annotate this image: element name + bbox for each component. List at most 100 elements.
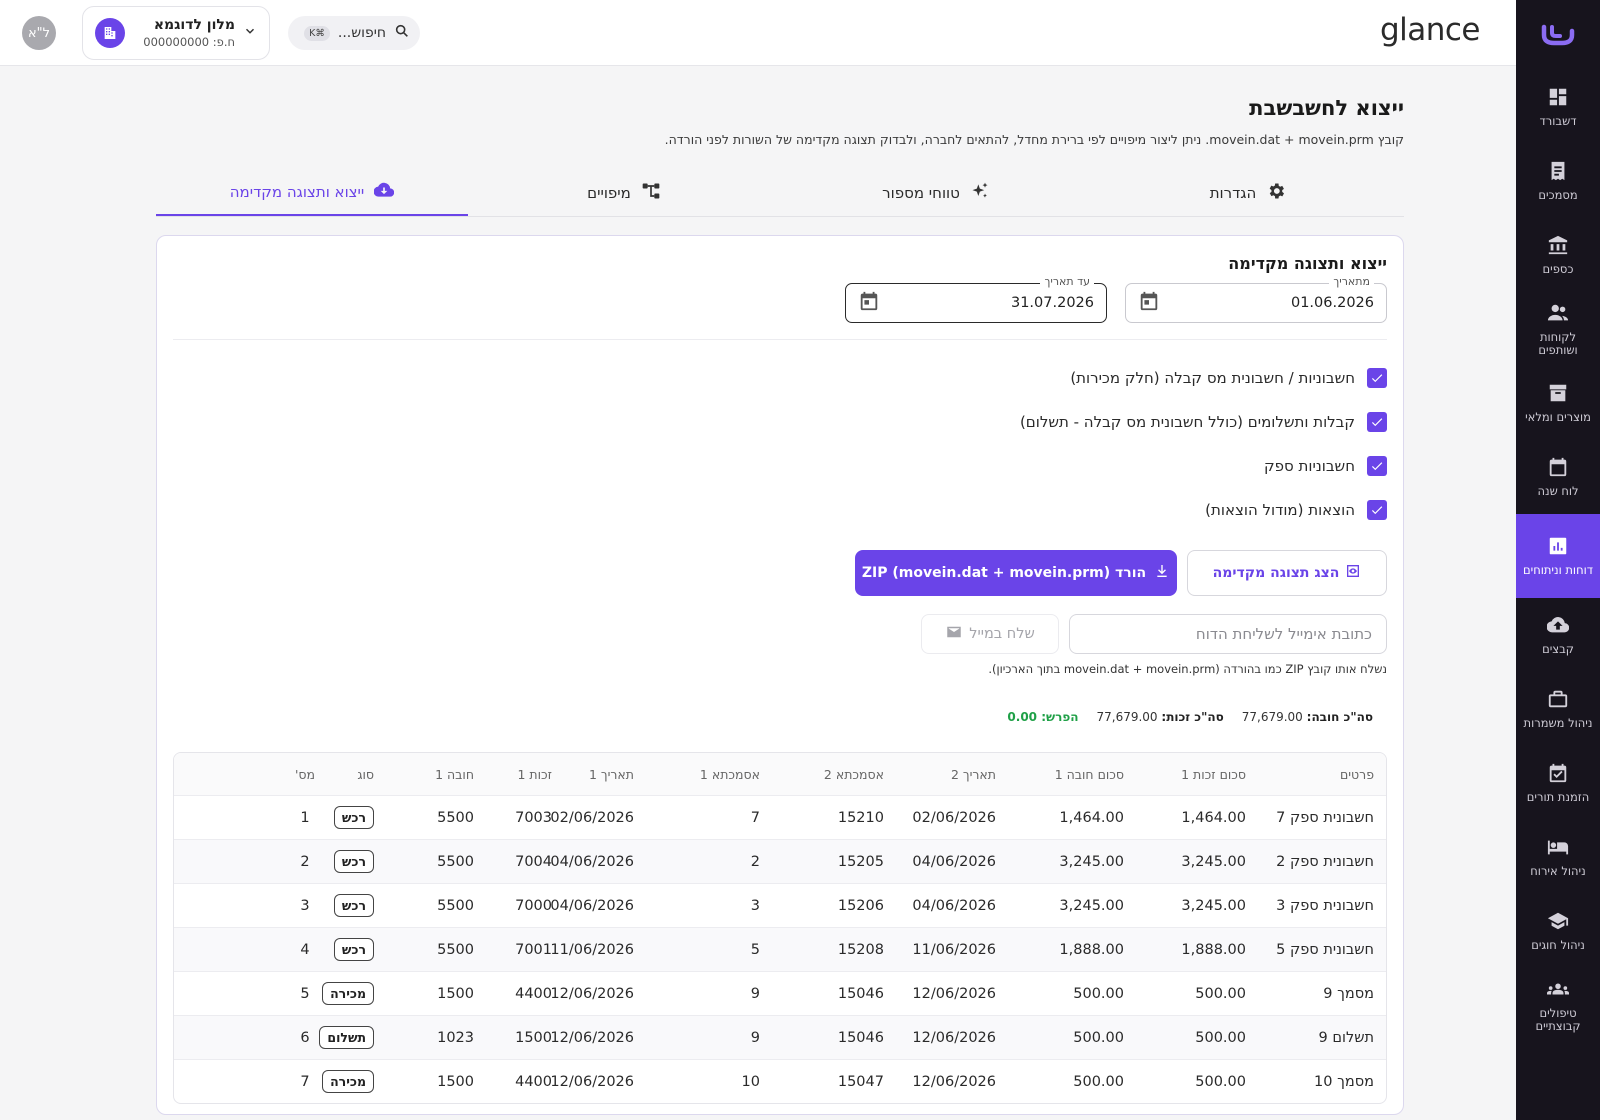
sidebar-item-bed[interactable]: ניהול אירוח	[1516, 820, 1600, 894]
type-badge: רכש	[333, 938, 374, 961]
tab-label: ייצוא ותצוגה מקדימה	[229, 182, 365, 201]
sidebar-item-label: לוח שנה	[1537, 484, 1579, 498]
sidebar-item-label: מסמכים	[1538, 188, 1578, 202]
table-cell: 5500	[437, 897, 474, 914]
table-cell: 4400	[515, 1073, 552, 1090]
tab-mappings[interactable]: מיפויים	[468, 169, 780, 216]
tab-label: טווחי מספור	[882, 183, 960, 202]
sidebar-item-bank[interactable]: כספים	[1516, 218, 1600, 292]
column-header[interactable]: סכום חובה 1	[1008, 767, 1136, 782]
column-header[interactable]: אסמכתא 2	[772, 767, 896, 782]
column-header[interactable]: תאריך 2	[896, 767, 1008, 782]
calendar-icon[interactable]	[1138, 290, 1160, 316]
app-logo-icon[interactable]	[1516, 0, 1600, 70]
column-header[interactable]: סכום זכות 1	[1136, 767, 1258, 782]
option-sales-invoices[interactable]: חשבוניות / חשבונית מס קבלה (חלק מכירות)	[173, 356, 1387, 400]
table-cell: 04/06/2026	[550, 897, 634, 914]
tab-settings[interactable]: הגדרות	[1092, 169, 1404, 216]
date-range: מתאריך 01.06.2026 עד תאריך 31.07.2026	[173, 275, 1387, 323]
table-cell: 5500	[437, 941, 474, 958]
table-cell: 15206	[837, 897, 884, 914]
table-cell: מכירה	[322, 982, 386, 1005]
user-avatar[interactable]: ל"א	[22, 16, 56, 50]
checkbox-checked-icon[interactable]	[1367, 368, 1387, 388]
page-description: קובץ movein.dat + movein.prm. ניתן ליצור…	[664, 132, 1404, 147]
brand-logo[interactable]: glance	[1380, 12, 1481, 48]
sidebar-item-receipt[interactable]: מסמכים	[1516, 144, 1600, 218]
sidebar-item-calendar-check[interactable]: הזמנת תורים	[1516, 746, 1600, 820]
download-button-label: הורד ZIP (movein.dat + movein.prm)	[861, 565, 1147, 581]
preview-button[interactable]: הצג תצוגה מקדימה	[1187, 550, 1387, 596]
email-input[interactable]: כתובת אימייל לשליחת הדוח	[1069, 614, 1387, 654]
checkbox-checked-icon[interactable]	[1367, 500, 1387, 520]
column-header[interactable]: אסמכתא 1	[646, 767, 772, 782]
table-cell: 3,245.00	[1181, 853, 1246, 870]
table-cell: תשלום	[319, 1026, 386, 1049]
mail-icon	[945, 623, 963, 645]
export-card: ייצוא ותצוגה מקדימה מתאריך 01.06.2026 עד…	[156, 235, 1404, 1115]
table-cell: 6	[300, 1029, 310, 1046]
table-row[interactable]: מסמך 10 500.00 500.00 12/06/2026 15047 10 12/0…	[174, 1059, 1386, 1103]
tab-export-preview[interactable]: ייצוא ותצוגה מקדימה	[156, 169, 468, 216]
to-date-label: עד תאריך	[1040, 275, 1094, 288]
sidebar-item-cloud-upload[interactable]: קבצים	[1516, 598, 1600, 672]
business-id: ח.פ: 000000000	[143, 35, 235, 49]
table-cell: 1500	[515, 1029, 552, 1046]
table-cell: 7	[300, 1073, 310, 1090]
total-debit: סה"כ חובה: 77,679.00	[1241, 710, 1373, 724]
business-switcher[interactable]: מלון לדוגמא ח.פ: 000000000	[82, 6, 270, 60]
sidebar-item-chart[interactable]: דוחות וניתוחים	[1516, 514, 1600, 598]
tab-numbering[interactable]: טווחי מספור	[780, 169, 1092, 216]
from-date-field[interactable]: מתאריך 01.06.2026	[1125, 275, 1387, 323]
sidebar-item-school[interactable]: ניהול חוגים	[1516, 894, 1600, 968]
sidebar-item-calendar[interactable]: לוח שנה	[1516, 440, 1600, 514]
people-icon	[1547, 302, 1569, 327]
checkbox-checked-icon[interactable]	[1367, 456, 1387, 476]
column-header[interactable]: תאריך 1	[564, 767, 646, 782]
table-cell: חשבונית ספק 3	[1276, 897, 1374, 914]
from-date-label: מתאריך	[1329, 275, 1374, 288]
option-supplier-invoices[interactable]: חשבוניות ספק	[173, 444, 1387, 488]
calendar-icon[interactable]	[858, 290, 880, 316]
table-row[interactable]: מסמך 9 500.00 500.00 12/06/2026 15046 9 12/06/…	[174, 971, 1386, 1015]
column-header[interactable]: סוג	[330, 767, 386, 782]
column-header[interactable]: חובה 1	[386, 767, 486, 782]
option-label: הוצאות (מודול הוצאות)	[1205, 501, 1355, 519]
sidebar-item-groups[interactable]: טיפולים קבוצתיים	[1516, 968, 1600, 1042]
option-expenses[interactable]: הוצאות (מודול הוצאות)	[173, 488, 1387, 532]
column-header[interactable]: זכות 1	[486, 767, 564, 782]
checkbox-checked-icon[interactable]	[1367, 412, 1387, 432]
groups-icon	[1547, 978, 1569, 1003]
table-cell: 04/06/2026	[912, 897, 996, 914]
column-header[interactable]: פרטים	[1258, 767, 1386, 782]
sidebar-item-dashboard[interactable]: דשבורד	[1516, 70, 1600, 144]
sidebar-item-briefcase[interactable]: ניהול משמרות	[1516, 672, 1600, 746]
sidebar-item-people[interactable]: לקוחות ושותפים	[1516, 292, 1600, 366]
download-icon	[1154, 563, 1170, 583]
to-date-field[interactable]: עד תאריך 31.07.2026	[845, 275, 1107, 323]
table-cell: 1,888.00	[1181, 941, 1246, 958]
download-zip-button[interactable]: הורד ZIP (movein.dat + movein.prm)	[855, 550, 1177, 596]
table-cell: 12/06/2026	[550, 985, 634, 1002]
search-box[interactable]: חיפוש... K⌘	[288, 16, 420, 50]
gear-icon	[1266, 181, 1286, 205]
send-email-button[interactable]: שלח במייל	[921, 614, 1059, 654]
sidebar-item-label: טיפולים קבוצתיים	[1535, 1005, 1581, 1033]
archive-icon	[1547, 382, 1569, 407]
eye-icon	[1345, 563, 1361, 583]
column-header[interactable]: מס'	[280, 767, 330, 782]
cloud-upload-icon	[1546, 614, 1570, 639]
receipt-icon	[1547, 160, 1569, 185]
table-row[interactable]: תשלום 9 500.00 500.00 12/06/2026 15046 9 12/06…	[174, 1015, 1386, 1059]
table-row[interactable]: חשבונית ספק 2 3,245.00 3,245.00 04/06/2026 1…	[174, 839, 1386, 883]
sidebar-item-label: מוצרים ומלאי	[1525, 410, 1591, 424]
table-cell: חשבונית ספק 7	[1276, 809, 1374, 826]
table-row[interactable]: חשבונית ספק 5 1,888.00 1,888.00 11/06/2026 1…	[174, 927, 1386, 971]
export-options: חשבוניות / חשבונית מס קבלה (חלק מכירות) …	[173, 356, 1387, 532]
preview-table: פרטים סכום זכות 1 סכום חובה 1 תאריך 2 אסמכתא…	[173, 752, 1387, 1104]
table-row[interactable]: חשבונית ספק 7 1,464.00 1,464.00 02/06/2026 1…	[174, 795, 1386, 839]
table-row[interactable]: חשבונית ספק 3 3,245.00 3,245.00 04/06/2026 1…	[174, 883, 1386, 927]
sidebar-item-archive[interactable]: מוצרים ומלאי	[1516, 366, 1600, 440]
option-receipts-payments[interactable]: קבלות ותשלומים (כולל חשבונית מס קבלה - ת…	[173, 400, 1387, 444]
table-header-row: פרטים סכום זכות 1 סכום חובה 1 תאריך 2 אסמכתא…	[174, 753, 1386, 795]
